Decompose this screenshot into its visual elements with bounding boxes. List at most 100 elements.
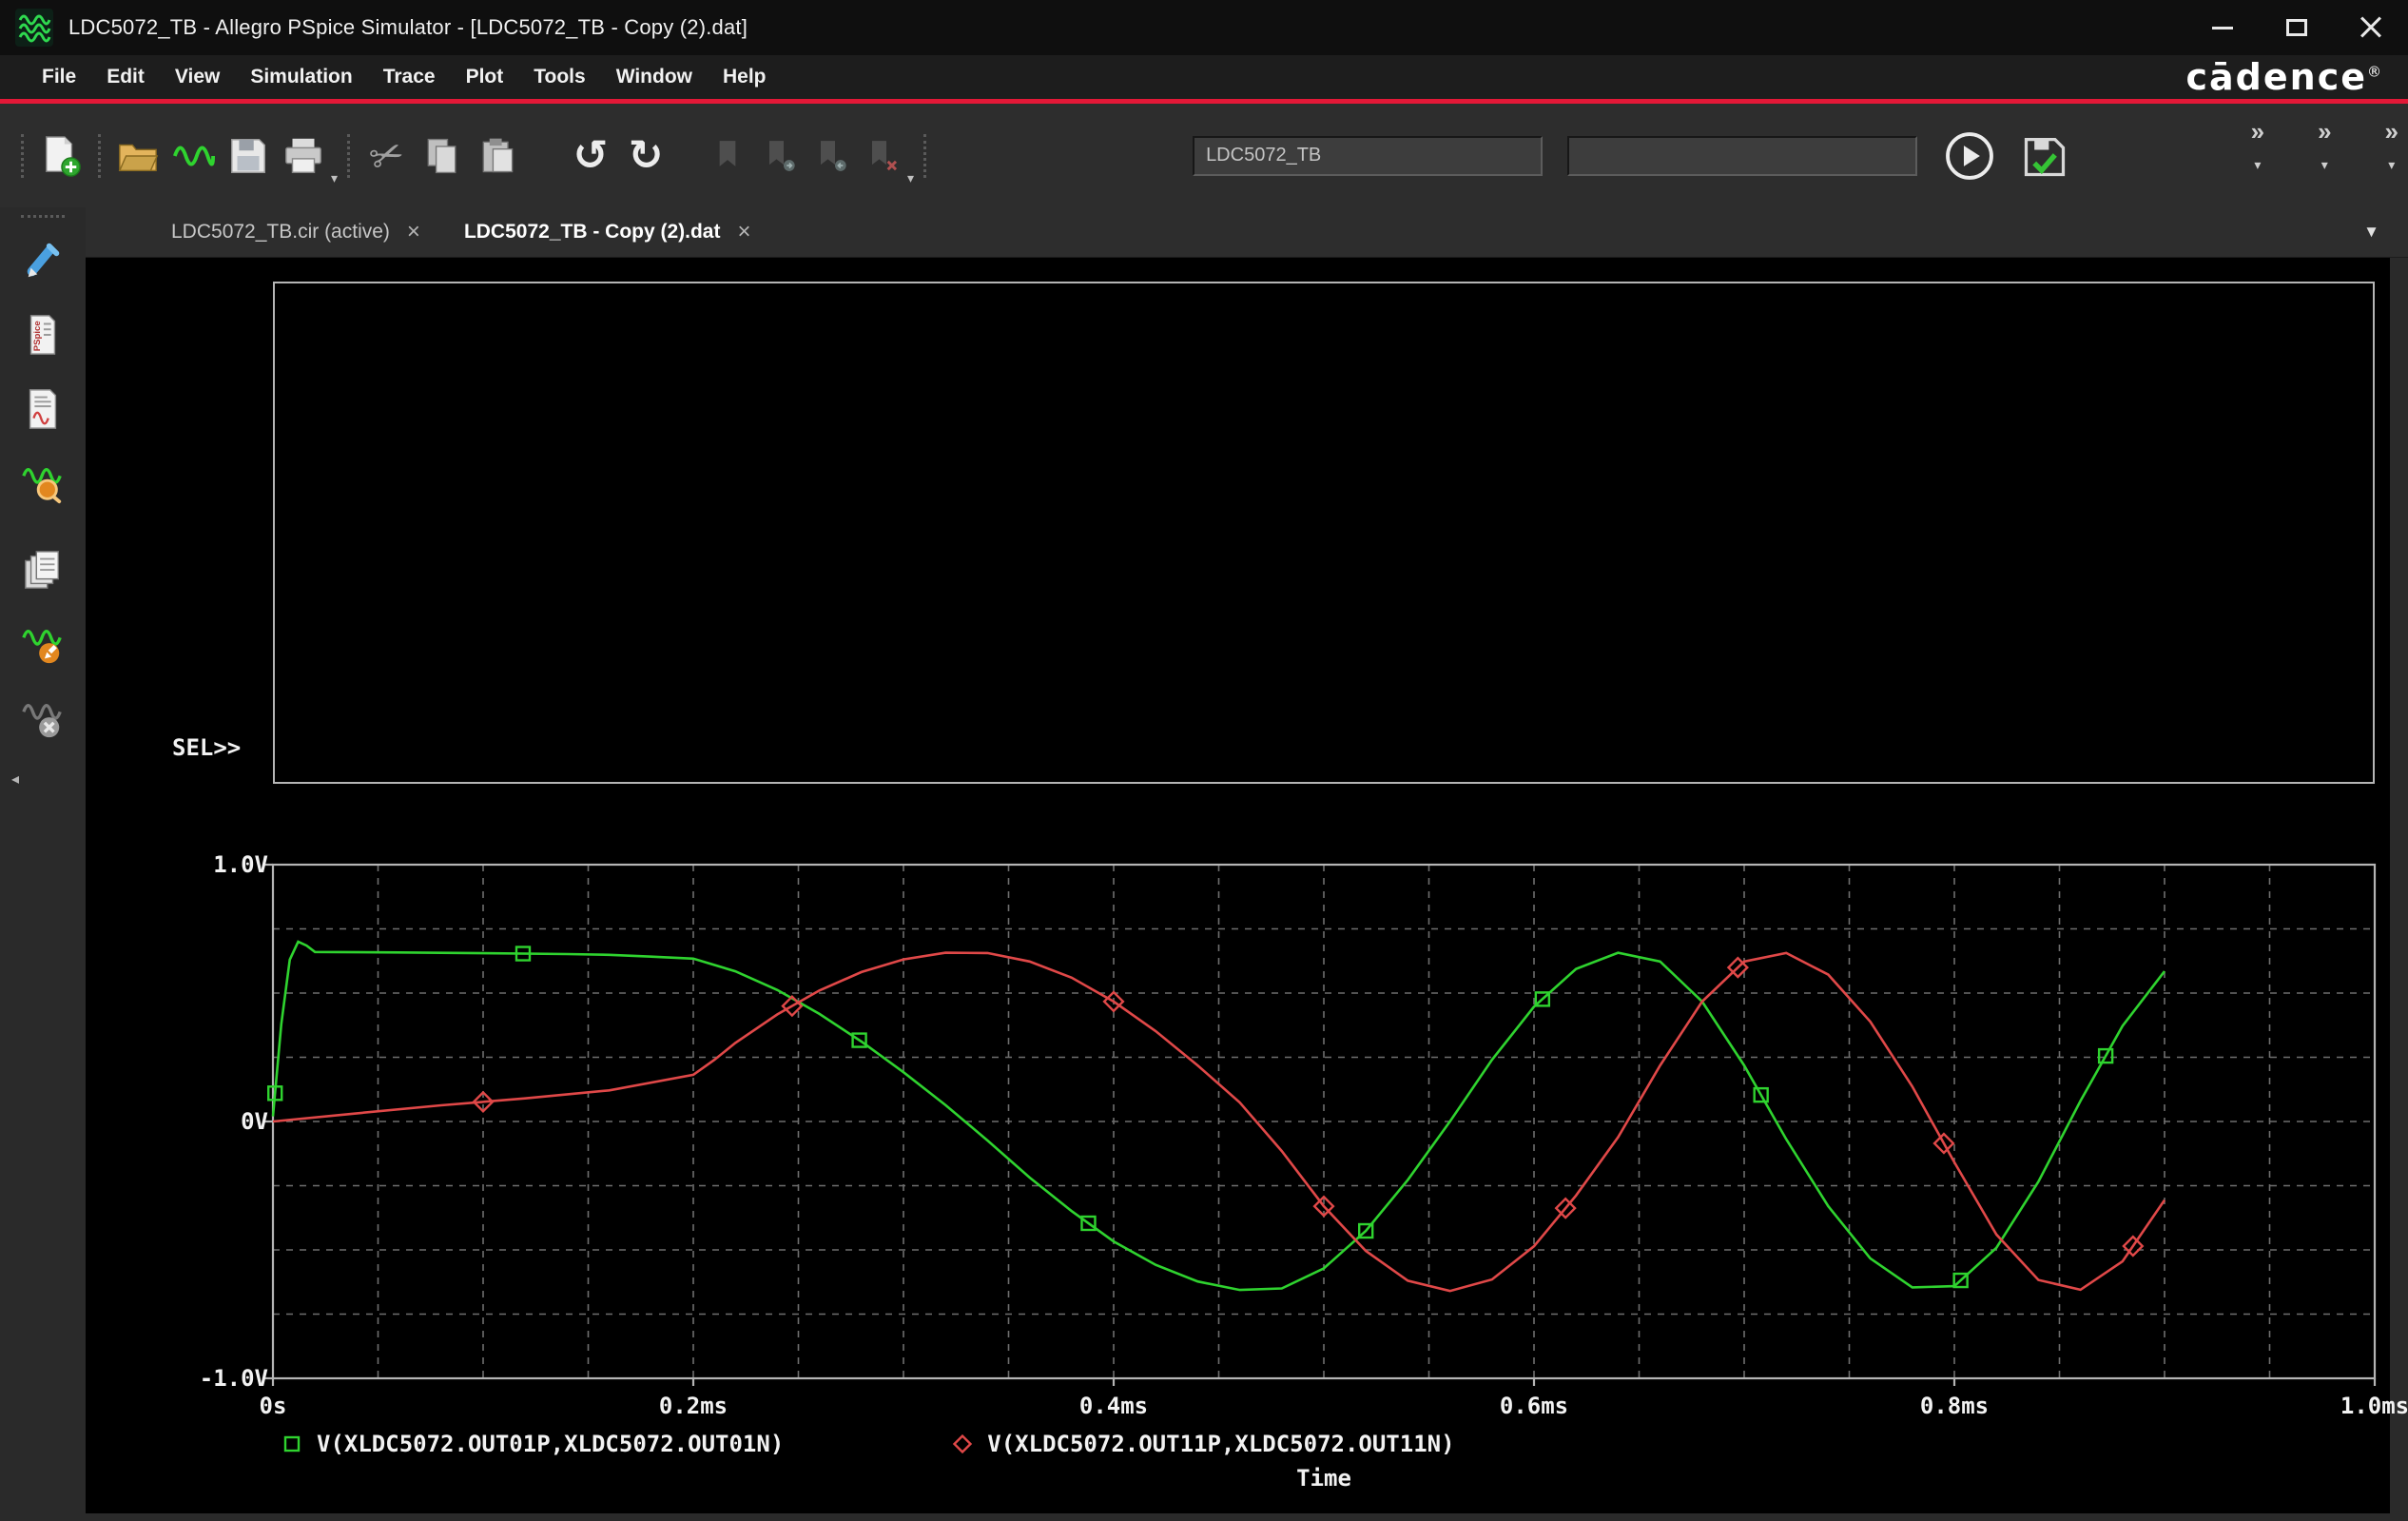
bookmark-prev-button[interactable] (805, 128, 856, 184)
probe-plot-area[interactable]: SEL>> 1.0V0V-1.0V 0s0.2ms0.4ms0.6ms0.8ms… (86, 258, 2390, 1513)
copy-icon (421, 135, 463, 177)
sidebar-collapse-icon[interactable]: ◂ (11, 770, 19, 789)
toolbar-overflow-2[interactable]: » ▾ (2318, 119, 2331, 173)
view-simulation-results-button[interactable] (165, 128, 221, 184)
save-icon (226, 134, 270, 178)
command-combobox[interactable] (1567, 136, 1917, 176)
output-document-icon (21, 387, 65, 431)
menu-trace[interactable]: Trace (368, 55, 451, 99)
square-marker-icon (281, 1433, 303, 1455)
tab-close-icon[interactable]: × (407, 221, 420, 244)
y-tick-label: -1.0V (105, 1364, 268, 1393)
tab-list-dropdown-icon[interactable]: ▼ (2363, 223, 2379, 242)
trace-disabled-button (15, 692, 70, 747)
tab-label: LDC5072_TB - Copy (2).dat (464, 221, 721, 244)
bookmark-clear-button[interactable] (856, 128, 907, 184)
menu-window[interactable]: Window (601, 55, 708, 99)
toolbar-overflow-3[interactable]: » ▾ (2385, 119, 2398, 173)
legend-trace-name: V(XLDC5072.OUT01P,XLDC5072.OUT01N) (317, 1430, 784, 1458)
tab-cir-file[interactable]: LDC5072_TB.cir (active) × (171, 221, 420, 244)
paste-button[interactable] (470, 128, 525, 184)
waveform-canvas[interactable] (258, 857, 2390, 1386)
save-results-button[interactable] (2014, 126, 2075, 186)
y-tick-label: 1.0V (105, 850, 268, 879)
bookmark-next-icon (760, 137, 798, 175)
chevron-icon: » (2385, 119, 2398, 144)
x-tick-label: 0.8ms (1888, 1392, 2021, 1420)
print-icon (282, 134, 325, 178)
close-button[interactable] (2334, 0, 2408, 55)
bookmark-clear-icon (863, 137, 901, 175)
simulation-output-button[interactable] (15, 381, 70, 437)
trace-disabled-icon (21, 697, 65, 741)
menu-bar: File Edit View Simulation Trace Plot Too… (0, 55, 2408, 99)
minimize-button[interactable] (2185, 0, 2260, 55)
tab-close-icon[interactable]: × (737, 221, 750, 244)
bookmark-next-button[interactable] (753, 128, 805, 184)
open-pspice-file-button[interactable]: PSpice (15, 307, 70, 362)
open-folder-icon (116, 134, 160, 178)
close-icon (2359, 16, 2382, 39)
document-stack-button[interactable] (15, 543, 70, 598)
copy-button[interactable] (415, 128, 470, 184)
legend-entry-out11[interactable]: V(XLDC5072.OUT11P,XLDC5072.OUT11N) (951, 1430, 1454, 1458)
print-button[interactable] (276, 128, 331, 184)
x-axis-title: Time (273, 1464, 2375, 1492)
svg-text:PSpice: PSpice (32, 321, 43, 351)
upper-plot-panel[interactable] (273, 282, 2375, 784)
blue-pen-icon (21, 239, 65, 283)
annotate-button[interactable] (15, 233, 70, 288)
maximize-icon (2286, 19, 2307, 36)
trace-edit-icon (21, 623, 65, 667)
menu-edit[interactable]: Edit (91, 55, 160, 99)
minimize-icon (2212, 27, 2233, 29)
left-toolbar: PSpice (0, 207, 86, 1513)
x-axis-labels: 0s0.2ms0.4ms0.6ms0.8ms1.0ms (86, 1392, 2390, 1420)
registered-mark: ® (2367, 63, 2383, 80)
tab-dat-file[interactable]: LDC5072_TB - Copy (2).dat × (464, 221, 751, 244)
y-tick-label: 0V (105, 1107, 268, 1136)
profile-combobox[interactable]: LDC5072_TB (1193, 136, 1543, 176)
open-file-button[interactable] (110, 128, 165, 184)
legend-entry-out01[interactable]: V(XLDC5072.OUT01P,XLDC5072.OUT01N) (281, 1430, 784, 1458)
toolbar-separator (923, 134, 926, 178)
paste-icon (476, 135, 518, 177)
trace-edit-button[interactable] (15, 617, 70, 673)
new-file-button[interactable] (33, 128, 88, 184)
print-dropdown-arrow[interactable]: ▾ (331, 170, 338, 186)
trace-legend: V(XLDC5072.OUT01P,XLDC5072.OUT01N) V(XLD… (281, 1430, 1622, 1458)
profile-combobox-value: LDC5072_TB (1206, 145, 1321, 166)
y-axis-labels: 1.0V 0V -1.0V (105, 258, 268, 1513)
document-tab-bar: LDC5072_TB.cir (active) × LDC5072_TB - C… (0, 207, 2408, 258)
bookmark-button[interactable] (702, 128, 753, 184)
menu-file[interactable]: File (27, 55, 91, 99)
bookmark-dropdown-arrow[interactable]: ▾ (907, 170, 914, 186)
save-button[interactable] (221, 128, 276, 184)
play-icon (1942, 128, 1997, 184)
menu-simulation[interactable]: Simulation (235, 55, 367, 99)
maximize-button[interactable] (2260, 0, 2334, 55)
chevron-down-icon: ▾ (2321, 157, 2328, 173)
run-simulation-button[interactable] (1938, 125, 2001, 187)
trace-search-button[interactable] (15, 456, 70, 511)
toolbar: ▾ ✂ ↺ ↻ (0, 104, 2408, 207)
menu-view[interactable]: View (160, 55, 235, 99)
new-file-icon (39, 134, 83, 178)
toolbar-overflow-1[interactable]: » ▾ (2251, 119, 2264, 173)
diamond-marker-icon (951, 1433, 974, 1455)
menu-plot[interactable]: Plot (451, 55, 519, 99)
bookmark-icon (709, 137, 747, 175)
toolbar-separator (21, 134, 24, 178)
x-tick-label: 1.0ms (2308, 1392, 2408, 1420)
chevron-icon: » (2251, 119, 2264, 144)
toolbar-drag-handle (21, 215, 65, 218)
app-waveform-icon (15, 9, 53, 47)
cut-button[interactable]: ✂ (359, 128, 415, 184)
menu-help[interactable]: Help (708, 55, 782, 99)
waveform-icon (171, 134, 215, 178)
window-title: LDC5072_TB - Allegro PSpice Simulator - … (68, 15, 748, 40)
undo-button[interactable]: ↺ (563, 128, 618, 184)
menu-tools[interactable]: Tools (518, 55, 600, 99)
redo-button[interactable]: ↻ (618, 128, 673, 184)
x-tick-label: 0.4ms (1047, 1392, 1180, 1420)
